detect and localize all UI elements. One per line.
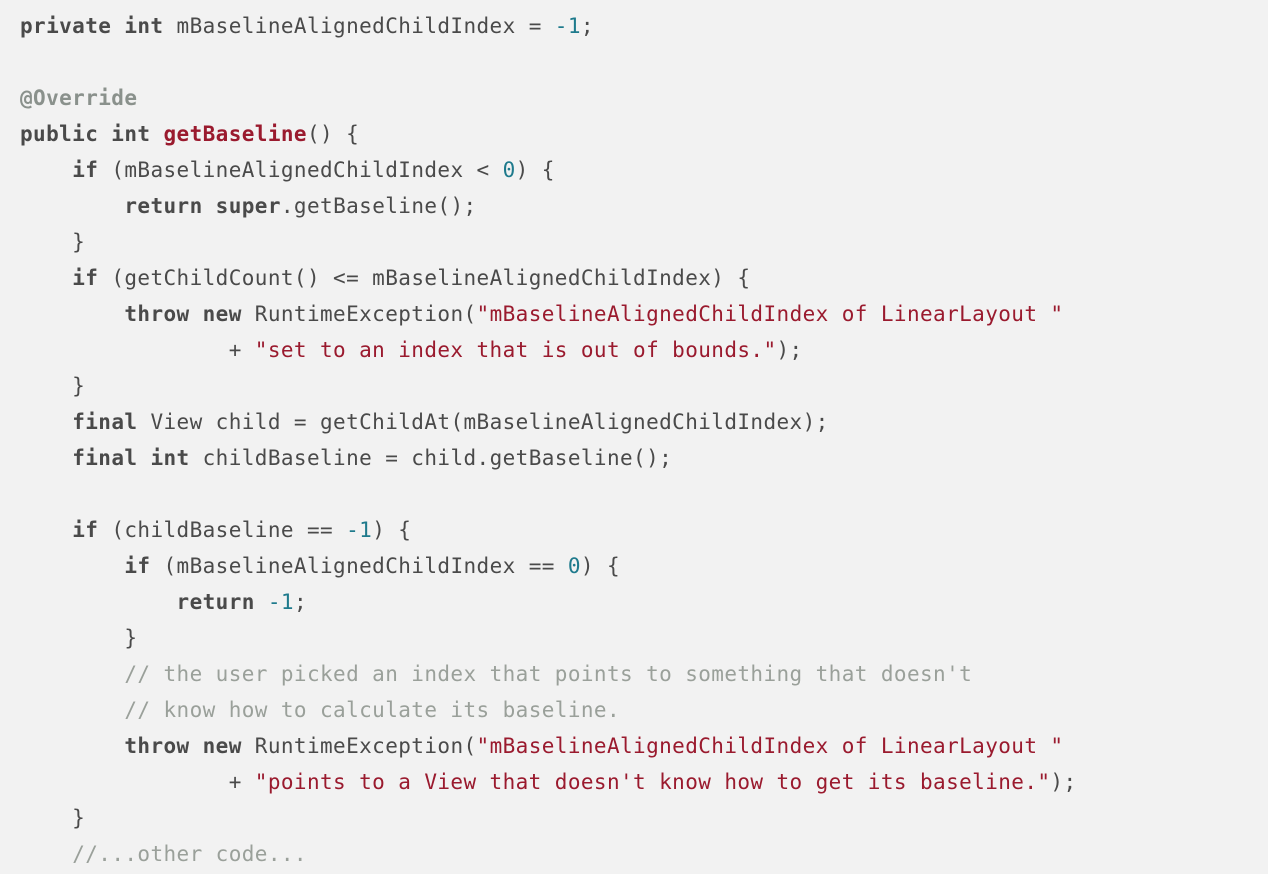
code-block: private int mBaselineAlignedChildIndex =… xyxy=(0,0,1268,874)
